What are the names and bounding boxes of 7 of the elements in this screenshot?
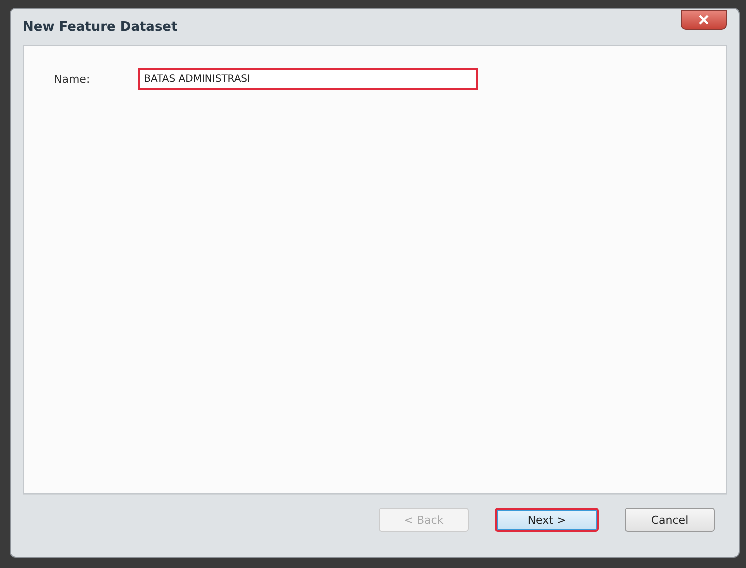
close-button[interactable] bbox=[681, 10, 727, 30]
dialog-button[interactable]: Next > bbox=[495, 508, 599, 532]
dialog-button[interactable]: Cancel bbox=[625, 508, 715, 532]
window-title: New Feature Dataset bbox=[23, 20, 178, 34]
name-label: Name: bbox=[54, 72, 90, 86]
name-input-field[interactable]: BATAS ADMINISTRASI bbox=[138, 68, 478, 90]
close-icon bbox=[698, 15, 710, 25]
